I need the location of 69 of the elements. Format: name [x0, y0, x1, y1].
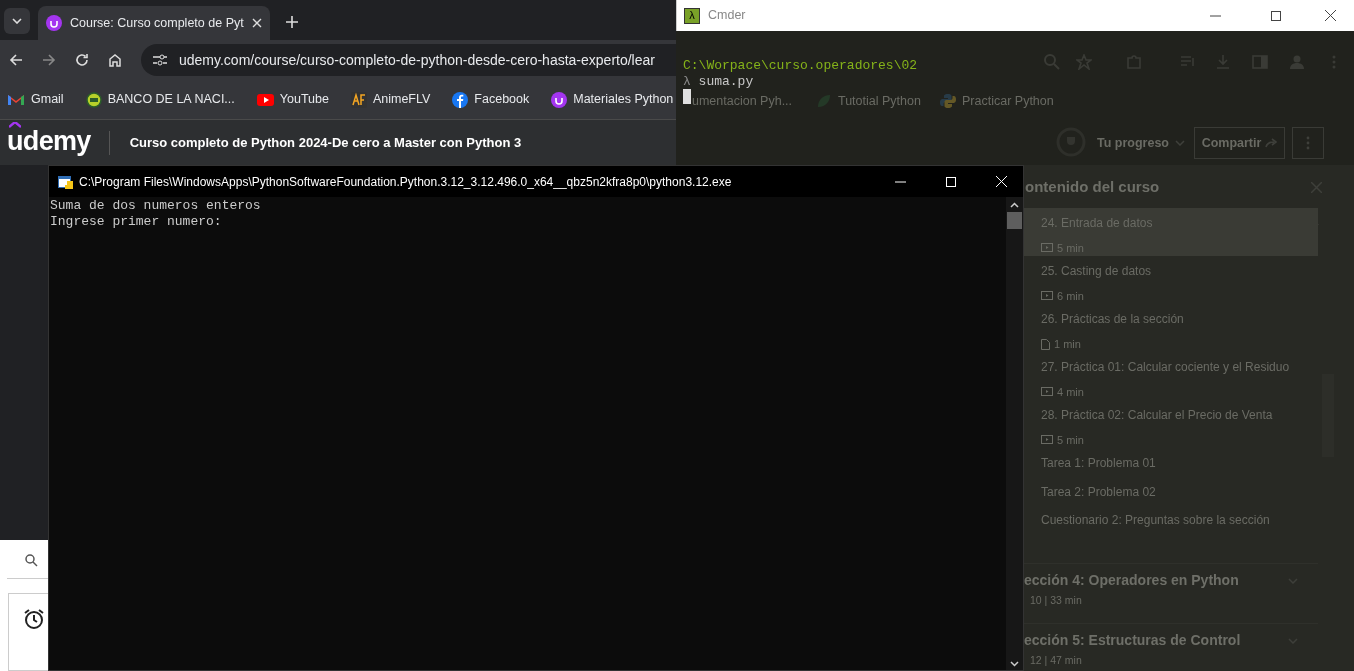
lambda-icon: λ — [684, 7, 700, 24]
duration-text: 1 min — [1054, 337, 1081, 352]
chevron-down-icon — [12, 18, 22, 24]
text-cursor — [683, 89, 691, 104]
udemy-icon — [46, 15, 62, 31]
search-icon[interactable] — [25, 554, 38, 567]
hat-icon — [9, 122, 21, 128]
bank-icon — [85, 91, 102, 108]
site-settings-icon[interactable] — [153, 54, 167, 66]
play-icon — [256, 91, 274, 108]
scroll-down-icon[interactable] — [1010, 661, 1019, 667]
window-title: Cmder — [708, 7, 747, 25]
bookmark-link[interactable]: umentacion Pyh... — [692, 92, 793, 111]
window-title: C:\Program Files\WindowsApps\PythonSoftwareFoundation.Python.3.12_3.12.496.0_x64__qbz5n2kfra8p0\python3.12.exe — [79, 173, 733, 191]
share-button[interactable]: Compartir — [1194, 127, 1285, 159]
close-icon[interactable] — [1325, 10, 1336, 21]
forward-icon[interactable] — [42, 53, 56, 67]
back-icon[interactable] — [9, 53, 23, 67]
python-icon — [940, 93, 956, 110]
bookmark-link[interactable]: YouTube — [279, 90, 329, 109]
udemy-logo[interactable]: udemy — [7, 126, 91, 156]
scroll-thumb[interactable] — [1007, 212, 1022, 229]
panel-title: ontenido del curso — [1025, 177, 1160, 197]
console-line: Suma de dos numeros enteros — [50, 198, 262, 214]
puzzle-icon — [1126, 54, 1142, 70]
document-icon — [1041, 338, 1050, 350]
video-icon — [1041, 435, 1053, 446]
bookmark-link[interactable]: Facebook — [474, 90, 530, 109]
minimize-icon[interactable] — [1210, 14, 1221, 17]
share-arrow-icon — [1265, 138, 1278, 148]
course-title: Curso completo de Python 2024-De cero a Master con Python 3 — [129, 133, 522, 152]
scroll-bar[interactable] — [1006, 197, 1023, 670]
terminal-line: C:\Worpace\curso.operadores\02 — [683, 57, 918, 75]
address-bar[interactable]: udemy.com/course/curso-completo-de-python-desde-cero-hasta-experto/lear — [141, 44, 676, 76]
new-tab-icon[interactable] — [286, 16, 298, 28]
udemy-icon — [551, 91, 568, 108]
reload-icon[interactable] — [75, 53, 89, 67]
tab-list-button[interactable] — [4, 8, 30, 34]
chevron-down-icon — [1175, 140, 1185, 147]
bookmark-link[interactable]: Gmail — [31, 90, 64, 109]
console-python-icon — [58, 174, 73, 189]
scroll-up-icon[interactable] — [1010, 202, 1019, 208]
star-icon — [1076, 54, 1092, 70]
browser-tab[interactable]: Course: Curso completo de Pyt — [38, 6, 270, 40]
bookmark-link[interactable]: Materiales Python — [573, 90, 674, 109]
facebook-icon — [452, 91, 469, 108]
bookmark-link[interactable]: Tutotial Python — [838, 92, 921, 111]
home-icon[interactable] — [108, 53, 122, 67]
side-panel-icon — [1252, 54, 1268, 70]
person-icon — [1289, 54, 1305, 70]
search-icon — [1044, 54, 1060, 70]
tab-title: Course: Curso completo de Pyt — [70, 14, 244, 32]
duration-text: 4 min — [1057, 385, 1084, 400]
terminal-line: λ suma.py — [683, 73, 754, 91]
address-text: udemy.com/course/curso-completo-de-python-desde-cero-hasta-experto/lear — [179, 50, 655, 70]
bookmark-link[interactable]: AnimeFLV — [372, 90, 431, 109]
video-icon — [1041, 291, 1053, 302]
maximize-icon[interactable] — [1271, 10, 1281, 21]
console-line: Ingrese primer numero: — [50, 214, 223, 230]
bookmark-link[interactable]: BANCO DE LA NACI... — [107, 90, 235, 109]
alarm-clock-icon — [23, 608, 45, 630]
bookmark-link[interactable]: Practicar Python — [962, 92, 1054, 111]
af-icon — [350, 91, 367, 108]
video-icon — [1041, 387, 1053, 398]
download-icon — [1215, 54, 1231, 70]
duration-text: 5 min — [1057, 433, 1084, 448]
progress-label[interactable]: Tu progreso — [1097, 134, 1169, 153]
video-icon — [1041, 243, 1053, 254]
duration-text: 6 min — [1057, 289, 1084, 304]
